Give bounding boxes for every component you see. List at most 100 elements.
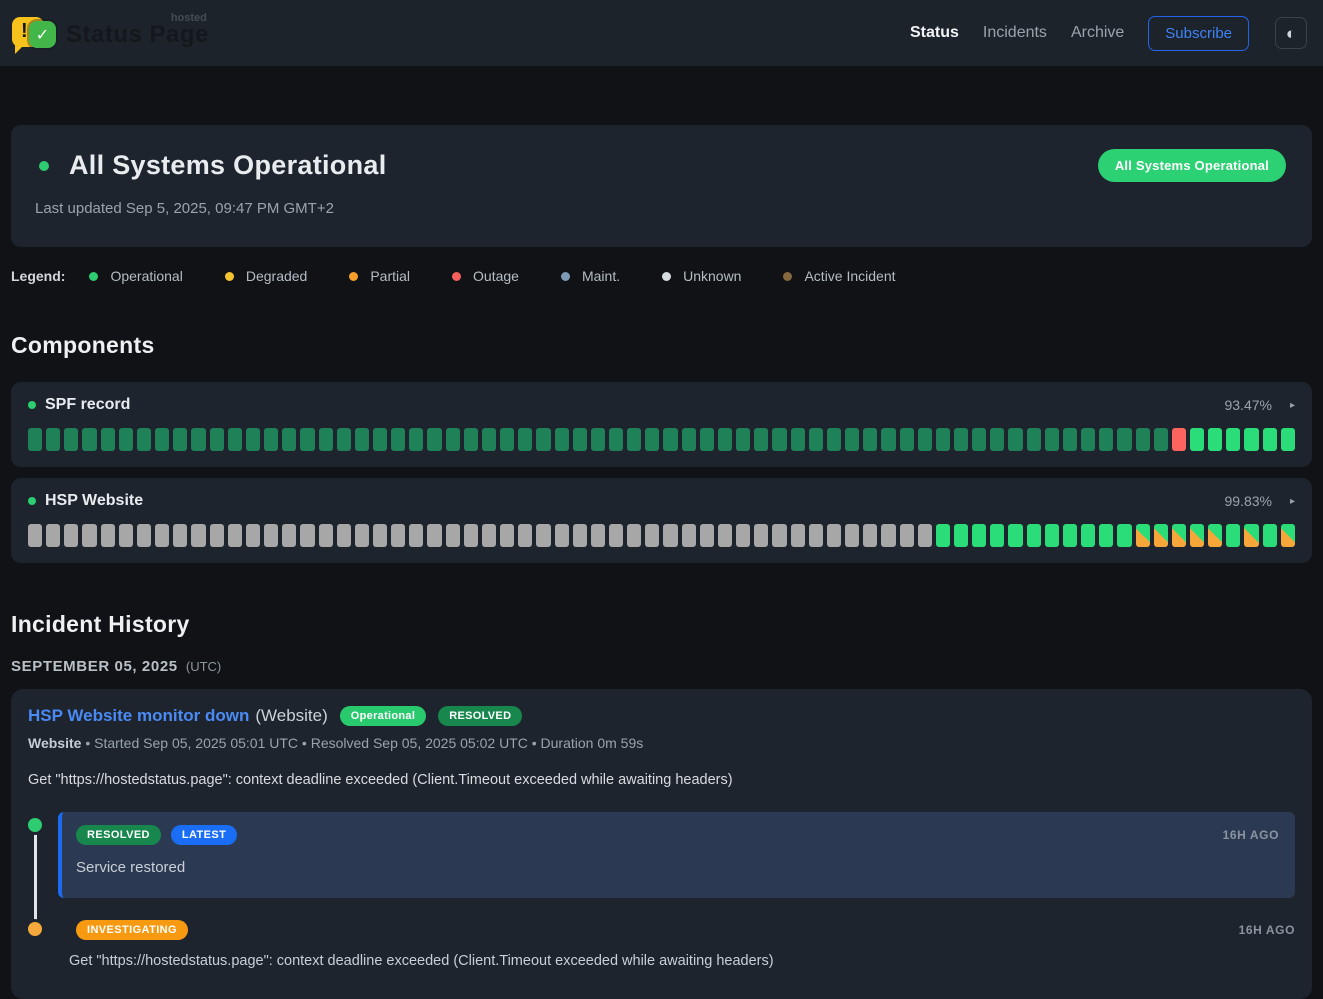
uptime-bar (1244, 428, 1258, 451)
component-uptime-percent: 99.83% (1224, 493, 1271, 509)
uptime-bar (1154, 524, 1168, 547)
uptime-bar (1172, 428, 1186, 451)
legend-item-degraded: Degraded (225, 268, 308, 284)
uptime-bar (918, 428, 932, 451)
uptime-bar (210, 428, 224, 451)
uptime-bar (954, 524, 968, 547)
uptime-bar (391, 524, 405, 547)
legend-item-label: Operational (110, 268, 182, 284)
uptime-bar (28, 524, 42, 547)
uptime-bar (736, 524, 750, 547)
resolved-badge: RESOLVED (76, 825, 161, 845)
uptime-bar (536, 428, 550, 451)
uptime-bar (845, 524, 859, 547)
timeline-dot-resolved (28, 818, 42, 832)
nav-status[interactable]: Status (910, 24, 959, 42)
uptime-bar (228, 428, 242, 451)
uptime-bar (754, 524, 768, 547)
legend-item-label: Active Incident (804, 268, 895, 284)
uptime-bar (555, 428, 569, 451)
legend-dot-partial (349, 272, 358, 281)
uptime-bar (500, 428, 514, 451)
legend-dot-maint (561, 272, 570, 281)
incident-card: HSP Website monitor down (Website) Opera… (11, 689, 1312, 999)
nav-incidents[interactable]: Incidents (983, 24, 1047, 42)
legend-item-maint: Maint. (561, 268, 620, 284)
component-row-toggle[interactable]: HSP Website99.83%▸ (28, 492, 1295, 510)
uptime-bar (827, 428, 841, 451)
status-banner: All Systems Operational All Systems Oper… (11, 125, 1312, 247)
uptime-bar (1117, 428, 1131, 451)
uptime-bar (246, 428, 260, 451)
uptime-bar (718, 524, 732, 547)
uptime-bar (1136, 524, 1150, 547)
uptime-bar (1008, 428, 1022, 451)
legend-dot-unknown (662, 272, 671, 281)
uptime-bar (663, 428, 677, 451)
uptime-bar (809, 524, 823, 547)
uptime-bar (609, 428, 623, 451)
incident-badge-resolved: RESOLVED (438, 706, 522, 726)
uptime-bar (155, 428, 169, 451)
uptime-bar (282, 524, 296, 547)
uptime-bar (300, 428, 314, 451)
status-page-logo-icon: ! ✓ (12, 12, 58, 56)
uptime-bar (64, 428, 78, 451)
components-heading: Components (11, 332, 1312, 359)
component-name: HSP Website (45, 492, 143, 510)
legend-item-outage: Outage (452, 268, 519, 284)
incident-meta: Website • Started Sep 05, 2025 05:01 UTC… (28, 735, 1295, 751)
uptime-bar (591, 428, 605, 451)
uptime-bar (173, 524, 187, 547)
uptime-bar (627, 428, 641, 451)
uptime-bar (1281, 428, 1295, 451)
uptime-bar (1117, 524, 1131, 547)
triangle-right-icon: ▸ (1290, 400, 1295, 411)
uptime-bar (1208, 524, 1222, 547)
legend-item-partial: Partial (349, 268, 410, 284)
legend-dot-degraded (225, 272, 234, 281)
uptime-bar (663, 524, 677, 547)
uptime-bar (137, 428, 151, 451)
uptime-bar (464, 428, 478, 451)
uptime-bar (137, 524, 151, 547)
uptime-bar (319, 524, 333, 547)
incident-title-link[interactable]: HSP Website monitor down (28, 706, 249, 726)
legend-label: Legend: (11, 268, 65, 284)
incident-timeline: RESOLVED LATEST 16H AGO Service restored… (28, 812, 1295, 969)
status-badge: All Systems Operational (1098, 149, 1286, 182)
uptime-bar (718, 428, 732, 451)
uptime-bar (1099, 428, 1113, 451)
uptime-bar (446, 428, 460, 451)
uptime-bar (682, 428, 696, 451)
uptime-bar (1063, 428, 1077, 451)
uptime-bar (1263, 524, 1277, 547)
uptime-bar (464, 524, 478, 547)
uptime-bar (627, 524, 641, 547)
timeline-dot-investigating (28, 922, 42, 936)
checkmark-icon: ✓ (29, 21, 56, 48)
uptime-bar (845, 428, 859, 451)
last-updated-text: Last updated Sep 5, 2025, 09:47 PM GMT+2 (35, 200, 1286, 217)
uptime-bar (518, 428, 532, 451)
logo[interactable]: ! ✓ hosted Status Page (12, 10, 209, 56)
uptime-bar (772, 428, 786, 451)
uptime-bar (155, 524, 169, 547)
uptime-bar (191, 524, 205, 547)
uptime-bar (645, 428, 659, 451)
uptime-bar (754, 428, 768, 451)
uptime-bar (573, 428, 587, 451)
uptime-bar (1226, 428, 1240, 451)
uptime-bar (427, 524, 441, 547)
nav-archive[interactable]: Archive (1071, 24, 1124, 42)
uptime-bar (373, 428, 387, 451)
theme-toggle-button[interactable]: ◐ (1275, 17, 1307, 49)
latest-update-box: RESOLVED LATEST 16H AGO Service restored (58, 812, 1295, 898)
uptime-bar (936, 428, 950, 451)
uptime-bar (1281, 524, 1295, 547)
uptime-bar (28, 428, 42, 451)
component-row-toggle[interactable]: SPF record93.47%▸ (28, 396, 1295, 414)
subscribe-button[interactable]: Subscribe (1148, 16, 1249, 51)
uptime-bar (101, 524, 115, 547)
legend-item-operational: Operational (89, 268, 182, 284)
